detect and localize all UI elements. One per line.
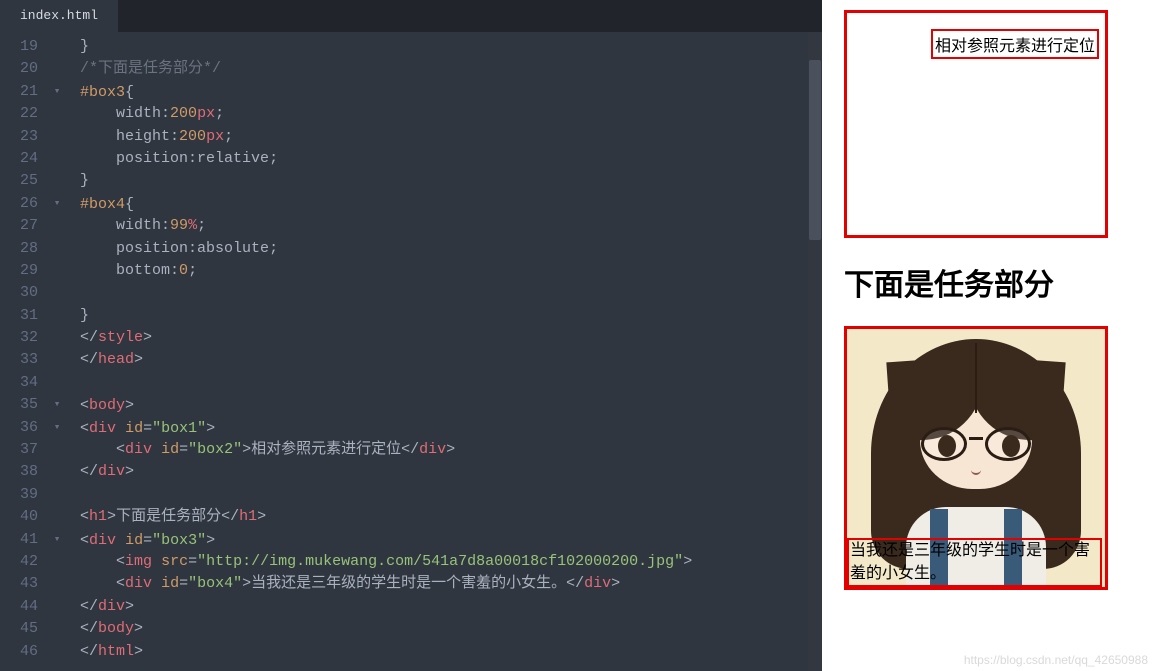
code-line[interactable]: } xyxy=(52,305,822,327)
code-line[interactable] xyxy=(52,484,822,506)
code-line[interactable]: </body> xyxy=(52,618,822,640)
code-line[interactable]: ▾ <div id="box1"> xyxy=(52,417,822,439)
line-number: 25 xyxy=(0,170,38,192)
code-line[interactable]: width:200px; xyxy=(52,103,822,125)
preview-heading: 下面是任务部分 xyxy=(844,260,1146,304)
code-line[interactable]: position:absolute; xyxy=(52,238,822,260)
code-line[interactable] xyxy=(52,282,822,304)
code-line[interactable]: </html> xyxy=(52,641,822,663)
code-line[interactable]: ▾ #box4{ xyxy=(52,193,822,215)
line-number: 45 xyxy=(0,618,38,640)
line-number: 37 xyxy=(0,439,38,461)
line-number: 21 xyxy=(0,81,38,103)
code-line[interactable]: <div id="box4">当我还是三年级的学生时是一个害羞的小女生。</di… xyxy=(52,573,822,595)
line-number: 41 xyxy=(0,529,38,551)
box4: 当我还是三年级的学生时是一个害羞的小女生。 xyxy=(847,538,1102,587)
code-line[interactable]: </div> xyxy=(52,461,822,483)
code-line[interactable]: /*下面是任务部分*/ xyxy=(52,58,822,80)
line-number: 44 xyxy=(0,596,38,618)
tab-bar: index.html xyxy=(0,0,822,32)
line-number: 30 xyxy=(0,282,38,304)
line-number: 22 xyxy=(0,103,38,125)
editor-scrollbar[interactable] xyxy=(808,32,822,671)
editor-scroll-thumb[interactable] xyxy=(809,60,821,240)
fold-marker[interactable]: ▾ xyxy=(52,81,62,103)
line-number: 26 xyxy=(0,193,38,215)
code-line[interactable]: height:200px; xyxy=(52,126,822,148)
code-line[interactable]: } xyxy=(52,170,822,192)
line-number: 34 xyxy=(0,372,38,394)
line-number-gutter: 1920212223242526272829303132333435363738… xyxy=(0,32,46,671)
line-number: 43 xyxy=(0,573,38,595)
line-number: 35 xyxy=(0,394,38,416)
line-number: 24 xyxy=(0,148,38,170)
line-number: 28 xyxy=(0,238,38,260)
box2: 相对参照元素进行定位 xyxy=(931,29,1099,59)
fold-marker[interactable]: ▾ xyxy=(52,394,62,416)
code-content[interactable]: } /*下面是任务部分*/▾ #box3{ width:200px; heigh… xyxy=(46,32,822,671)
line-number: 36 xyxy=(0,417,38,439)
code-line[interactable]: ▾ <div id="box3"> xyxy=(52,529,822,551)
line-number: 23 xyxy=(0,126,38,148)
line-number: 29 xyxy=(0,260,38,282)
line-number: 31 xyxy=(0,305,38,327)
code-line[interactable]: bottom:0; xyxy=(52,260,822,282)
code-line[interactable]: } xyxy=(52,36,822,58)
code-line[interactable]: </div> xyxy=(52,596,822,618)
code-line[interactable]: </style> xyxy=(52,327,822,349)
watermark: https://blog.csdn.net/qq_42650988 xyxy=(964,653,1148,667)
box1: 相对参照元素进行定位 xyxy=(844,10,1108,238)
fold-marker[interactable]: ▾ xyxy=(52,193,62,215)
line-number: 38 xyxy=(0,461,38,483)
code-line[interactable]: position:relative; xyxy=(52,148,822,170)
code-line[interactable]: <h1>下面是任务部分</h1> xyxy=(52,506,822,528)
line-number: 27 xyxy=(0,215,38,237)
browser-preview-pane: 相对参照元素进行定位 下面是任务部分 当我还是三年级的学生时是一个害羞的小女生。… xyxy=(822,0,1154,671)
line-number: 32 xyxy=(0,327,38,349)
code-line[interactable]: </head> xyxy=(52,349,822,371)
code-line[interactable] xyxy=(52,372,822,394)
code-line[interactable]: <img src="http://img.mukewang.com/541a7d… xyxy=(52,551,822,573)
box3: 当我还是三年级的学生时是一个害羞的小女生。 xyxy=(844,326,1108,590)
line-number: 42 xyxy=(0,551,38,573)
code-line[interactable]: ▾ <body> xyxy=(52,394,822,416)
fold-marker[interactable]: ▾ xyxy=(52,417,62,439)
tab-index-html[interactable]: index.html xyxy=(0,0,118,32)
line-number: 40 xyxy=(0,506,38,528)
line-number: 46 xyxy=(0,641,38,663)
code-area[interactable]: 1920212223242526272829303132333435363738… xyxy=(0,32,822,671)
fold-marker[interactable]: ▾ xyxy=(52,529,62,551)
code-line[interactable]: ▾ #box3{ xyxy=(52,81,822,103)
line-number: 19 xyxy=(0,36,38,58)
code-editor-pane: index.html 19202122232425262728293031323… xyxy=(0,0,822,671)
code-line[interactable]: width:99%; xyxy=(52,215,822,237)
code-line[interactable]: <div id="box2">相对参照元素进行定位</div> xyxy=(52,439,822,461)
line-number: 20 xyxy=(0,58,38,80)
line-number: 39 xyxy=(0,484,38,506)
line-number: 33 xyxy=(0,349,38,371)
